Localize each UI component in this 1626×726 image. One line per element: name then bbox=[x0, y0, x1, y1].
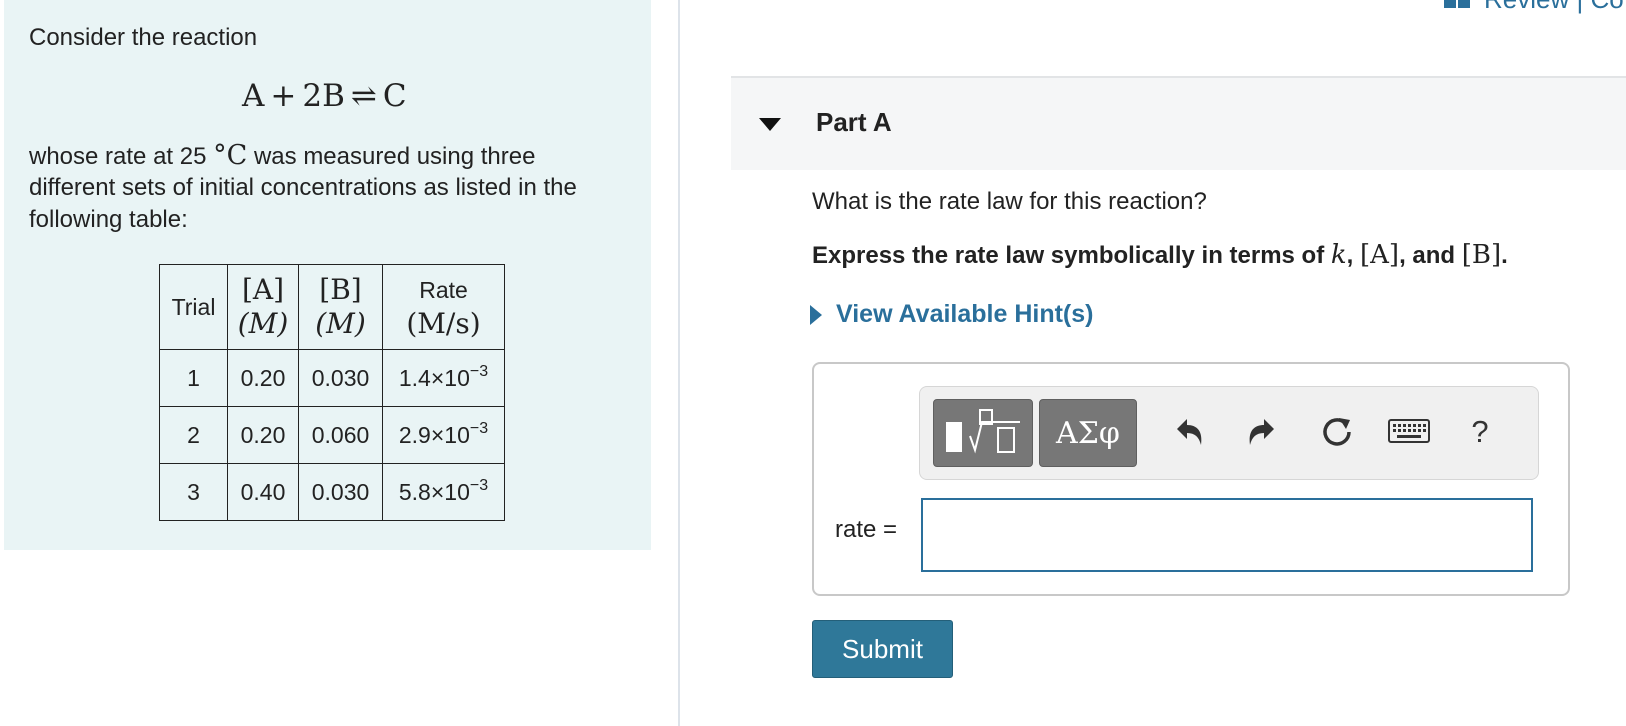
undo-icon bbox=[1177, 419, 1202, 445]
review-link[interactable]: Review | Co bbox=[1484, 0, 1624, 15]
plus-sign: + bbox=[270, 78, 297, 114]
part-a-header[interactable]: Part A bbox=[731, 76, 1626, 170]
intro-text: Consider the reaction bbox=[29, 24, 258, 51]
cell-rate: 5.8×10−3 bbox=[382, 463, 505, 521]
table-row: 1 0.20 0.030 1.4×10−3 bbox=[159, 349, 505, 407]
part-title: Part A bbox=[816, 107, 892, 137]
view-hints-toggle[interactable]: View Available Hint(s) bbox=[810, 300, 1093, 329]
submit-button[interactable]: Submit bbox=[812, 620, 953, 678]
rate-label: rate = bbox=[835, 516, 898, 543]
table-row: 2 0.20 0.060 2.9×10−3 bbox=[159, 406, 505, 464]
view-hints-label: View Available Hint(s) bbox=[836, 300, 1094, 328]
caret-down-icon bbox=[759, 118, 781, 131]
keyboard-button[interactable] bbox=[1381, 407, 1437, 457]
panel-divider bbox=[678, 0, 680, 726]
reaction-equation: A +2B ⇌ C bbox=[242, 78, 407, 114]
reactant-b: 2B bbox=[302, 78, 345, 114]
table-row: 3 0.40 0.030 5.8×10−3 bbox=[159, 463, 505, 521]
cell-trial: 3 bbox=[159, 463, 228, 521]
question-text: What is the rate law for this reaction? bbox=[812, 188, 1207, 215]
help-button[interactable]: ? bbox=[1455, 407, 1505, 457]
header-rate: Rate (M/s) bbox=[382, 264, 505, 350]
description-line-1: whose rate at 25 °C was measured using t… bbox=[29, 140, 536, 171]
math-toolbar: ΑΣφ ? bbox=[919, 386, 1539, 480]
description-line-2: different sets of initial concentrations… bbox=[29, 174, 577, 201]
book-icon[interactable] bbox=[1444, 0, 1470, 8]
product-c: C bbox=[382, 78, 407, 114]
problem-panel: Consider the reaction A +2B ⇌ C whose rate … bbox=[4, 0, 651, 550]
rate-data-table: Trial [A] (M) [B] (M) Rate (M/s) 1 0.20 0.0… bbox=[159, 264, 505, 521]
cell-rate: 1.4×10−3 bbox=[382, 349, 505, 407]
cell-conc-a: 0.40 bbox=[227, 463, 299, 521]
reset-button[interactable] bbox=[1312, 407, 1362, 457]
redo-button[interactable] bbox=[1236, 407, 1286, 457]
reset-icon bbox=[1323, 418, 1351, 446]
templates-button[interactable] bbox=[933, 399, 1033, 467]
cell-conc-b: 0.060 bbox=[298, 406, 383, 464]
undo-button[interactable] bbox=[1165, 407, 1215, 457]
caret-right-icon bbox=[810, 304, 822, 325]
symbols-button[interactable]: ΑΣφ bbox=[1039, 399, 1137, 467]
templates-icon bbox=[946, 409, 1020, 454]
cell-conc-a: 0.20 bbox=[227, 349, 299, 407]
temperature-unit: °C bbox=[213, 140, 248, 171]
reactant-a: A bbox=[242, 78, 265, 114]
cell-conc-b: 0.030 bbox=[298, 349, 383, 407]
equilibrium-arrow: ⇌ bbox=[350, 78, 377, 114]
table-header-row: Trial [A] (M) [B] (M) Rate (M/s) bbox=[159, 264, 505, 350]
cell-rate: 2.9×10−3 bbox=[382, 406, 505, 464]
description-line-3: following table: bbox=[29, 206, 188, 233]
cell-trial: 2 bbox=[159, 406, 228, 464]
redo-icon bbox=[1249, 419, 1274, 445]
cell-conc-b: 0.030 bbox=[298, 463, 383, 521]
header-conc-a: [A] (M) bbox=[227, 264, 299, 350]
cell-conc-a: 0.20 bbox=[227, 406, 299, 464]
header-trial: Trial bbox=[159, 264, 228, 350]
cell-trial: 1 bbox=[159, 349, 228, 407]
instruction-text: Express the rate law symbolically in ter… bbox=[812, 240, 1508, 270]
rate-answer-input[interactable] bbox=[921, 498, 1533, 572]
answer-box: ΑΣφ ? rate = bbox=[812, 362, 1570, 596]
header-conc-b: [B] (M) bbox=[298, 264, 383, 350]
keyboard-icon bbox=[1388, 419, 1430, 443]
